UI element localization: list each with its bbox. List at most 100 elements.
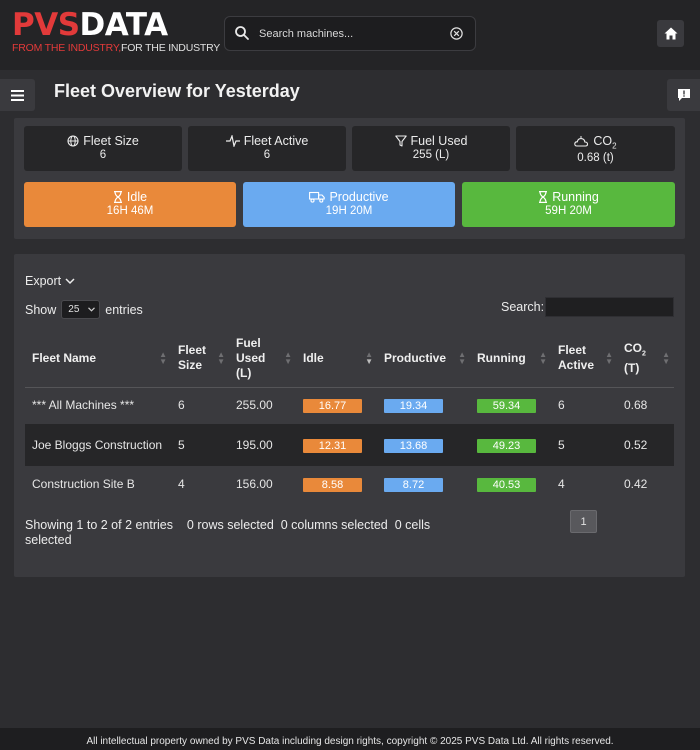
table-row[interactable]: Joe Bloggs Construction 5 195.00 12.31 1… <box>25 424 674 466</box>
entries-value: 25 <box>68 304 80 315</box>
productive-pill: 8.72 <box>384 478 443 492</box>
table-header-row: Fleet Name ▲ ▼ Fleet Size ▲ ▼ Fuel Used (L) ▲… <box>25 330 674 388</box>
sidebar-menu-button[interactable] <box>0 79 35 111</box>
idle-label: Idle <box>126 190 148 204</box>
col-running[interactable]: Running ▲ ▼ <box>470 330 551 388</box>
columns-selected: 0 columns selected <box>280 518 388 532</box>
fleet-table: Fleet Name ▲ ▼ Fleet Size ▲ ▼ Fuel Used (L) ▲… <box>25 330 674 503</box>
sort-icon: ▲ ▼ <box>605 350 613 367</box>
fleet-size-value: 6 <box>99 149 107 161</box>
cell-fleet-name: *** All Machines *** <box>32 398 135 413</box>
productive-pill: 19.34 <box>384 399 443 414</box>
fleet-active-label: Fleet Active <box>243 134 309 148</box>
cell-fuel-used: 156.00 <box>236 477 273 491</box>
cell-fleet-active: 6 <box>558 398 565 413</box>
entries-length-control: Show 25 entries <box>25 300 143 319</box>
cell-co2: 0.52 <box>617 424 674 466</box>
fleet-active-value: 6 <box>263 149 271 161</box>
productive-value: 19H 20M <box>325 205 373 217</box>
col-fleet-name[interactable]: Fleet Name ▲ ▼ <box>25 330 171 388</box>
chevron-down-icon <box>65 277 75 284</box>
page-title: Fleet Overview for Yesterday <box>54 81 300 101</box>
sort-icon: ▲ ▼ <box>159 350 167 367</box>
entries-label: entries <box>105 302 143 317</box>
show-label: Show <box>25 302 57 317</box>
pagination-page-1[interactable]: 1 <box>570 510 597 533</box>
co2-value: 0.68 (t) <box>577 151 614 164</box>
table-search-input[interactable] <box>545 297 674 317</box>
hourglass-icon <box>113 191 122 203</box>
table-row[interactable]: Construction Site B 4 156.00 8.58 8.72 4… <box>25 466 674 503</box>
cell-fleet-active: 4 <box>558 477 565 491</box>
logo-tagline: FROM THE INDUSTRY,FOR THE INDUSTRY <box>12 42 221 54</box>
col-fleet-active[interactable]: Fleet Active ▲ ▼ <box>551 330 617 388</box>
feedback-icon <box>677 89 690 101</box>
chevron-down-icon <box>88 307 96 312</box>
fleet-stats-panel: Fleet Size 6 Fleet Active 6 Fuel Used 25… <box>14 118 685 239</box>
tagline-for: FOR THE INDUSTRY <box>121 42 221 54</box>
sort-icon: ▲ ▼ <box>662 350 670 367</box>
cell-co2: 0.42 <box>624 477 648 491</box>
pulse-icon <box>225 135 240 147</box>
truck-icon <box>309 191 326 203</box>
logo-data: DATA <box>79 7 169 43</box>
globe-icon <box>67 135 79 147</box>
cell-co2: 0.68 <box>624 398 648 413</box>
idle-pill: 8.58 <box>303 478 362 492</box>
tagline-from: FROM THE INDUSTRY, <box>12 42 121 54</box>
search-icon <box>235 26 249 40</box>
table-info: Showing 1 to 2 of 2 entries 0 rows selec… <box>25 518 465 548</box>
sort-icon: ▲ ▼ <box>458 350 466 367</box>
cell-fleet-active: 5 <box>551 424 617 466</box>
running-value: 59H 20M <box>545 205 592 217</box>
brand-logo[interactable]: PVSDATA FROM THE INDUSTRY,FOR THE INDUST… <box>12 8 221 56</box>
col-fuel-used[interactable]: Fuel Used (L) ▲ ▼ <box>229 330 296 388</box>
fleet-table-panel: Export Show 25 entries Search: Fleet Nam… <box>14 254 685 577</box>
sort-desc-icon: ▲ ▼ <box>365 350 373 367</box>
fleet-active-card: Fleet Active 6 <box>188 126 346 171</box>
cell-fleet-size: 6 <box>178 398 185 413</box>
rows-selected: 0 rows selected <box>186 518 274 532</box>
fleet-size-card: Fleet Size 6 <box>24 126 182 171</box>
cell-fleet-size: 5 <box>171 424 229 466</box>
entries-info: Showing 1 to 2 of 2 entries <box>25 518 174 532</box>
col-fleet-size[interactable]: Fleet Size ▲ ▼ <box>171 330 229 388</box>
co2-card: CO2 0.68 (t) <box>516 126 675 171</box>
table-search-label: Search: <box>501 300 545 314</box>
col-co2[interactable]: CO2 (T) ▲ ▼ <box>617 330 674 388</box>
col-productive[interactable]: Productive ▲ ▼ <box>377 330 470 388</box>
feedback-button[interactable] <box>667 79 700 111</box>
cell-fleet-name: Joe Bloggs Construction <box>25 424 171 466</box>
clear-circle-icon[interactable] <box>449 26 464 41</box>
running-pill: 40.53 <box>477 478 536 492</box>
running-pill: 59.34 <box>477 399 536 414</box>
hourglass-icon <box>539 191 548 203</box>
export-dropdown[interactable]: Export <box>25 274 75 288</box>
table-row[interactable]: *** All Machines *** 6 255.00 16.77 19.3… <box>25 387 674 424</box>
col-idle[interactable]: Idle ▲ ▼ <box>296 330 377 388</box>
sort-icon: ▲ ▼ <box>217 350 225 367</box>
machine-search-input[interactable] <box>259 23 445 44</box>
top-bar: PVSDATA FROM THE INDUSTRY,FOR THE INDUST… <box>0 0 700 70</box>
home-button[interactable] <box>657 20 684 47</box>
co2-cloud-icon <box>574 136 589 147</box>
sort-icon: ▲ ▼ <box>539 350 547 367</box>
running-label: Running <box>552 190 599 204</box>
entries-select[interactable]: 25 <box>61 300 101 319</box>
export-label: Export <box>25 274 62 288</box>
fuel-used-card: Fuel Used 255 (L) <box>352 126 510 171</box>
logo-pvs: PVS <box>12 7 80 43</box>
productive-label: Productive <box>329 190 389 204</box>
productive-time-card: Productive 19H 20M <box>243 182 455 227</box>
running-pill: 49.23 <box>477 438 536 453</box>
fleet-size-label: Fleet Size <box>83 134 139 148</box>
idle-time-card: Idle 16H 46M <box>24 182 236 227</box>
idle-pill: 16.77 <box>303 399 362 414</box>
home-icon <box>664 27 677 40</box>
site-footer: All intellectual property owned by PVS D… <box>0 728 700 750</box>
sort-icon: ▲ ▼ <box>284 350 292 367</box>
logo-wordmark: PVSDATA <box>12 8 217 42</box>
co2-label: CO2 <box>593 134 617 151</box>
idle-value: 16H 46M <box>106 205 154 217</box>
fuel-used-label: Fuel Used <box>410 134 468 148</box>
